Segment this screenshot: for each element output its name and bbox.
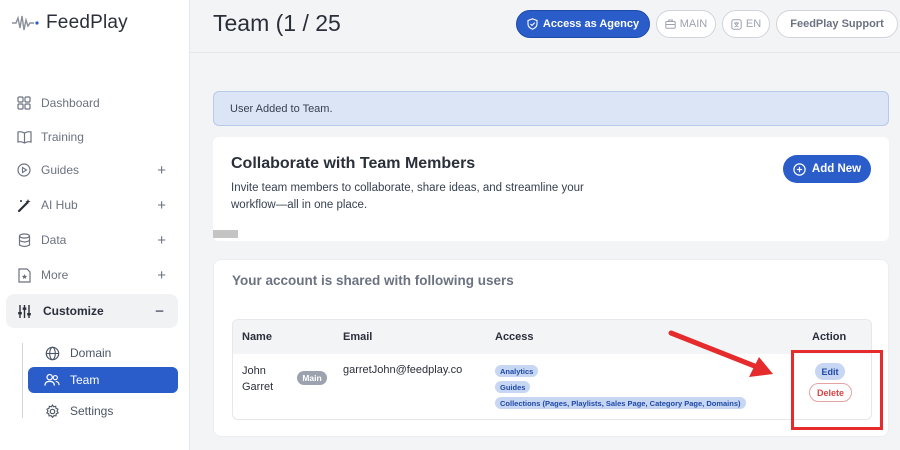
user-last-name: Garret — [242, 381, 274, 393]
shared-users-title: Your account is shared with following us… — [232, 273, 514, 288]
sidebar-subitem-label: Domain — [70, 346, 112, 360]
annotation-highlight-box — [791, 350, 883, 430]
database-icon — [16, 232, 32, 248]
sidebar-item-label: AI Hub — [41, 198, 78, 212]
collaborate-description: Invite team members to collaborate, shar… — [231, 182, 584, 211]
plus-circle-icon — [793, 162, 806, 176]
sidebar-subitem-label: Settings — [70, 404, 114, 418]
sidebar-item-label: Customize — [43, 304, 104, 318]
access-as-agency-button[interactable]: Access as Agency — [516, 10, 650, 38]
support-label: FeedPlay Support — [790, 18, 884, 30]
sidebar-item-ai-hub[interactable]: AI Hub + — [0, 190, 190, 220]
access-as-agency-label: Access as Agency — [542, 18, 640, 30]
sidebar-item-data[interactable]: Data + — [0, 225, 190, 255]
sidebar-subitem-domain[interactable]: Domain — [28, 340, 178, 366]
expand-icon[interactable]: + — [157, 162, 166, 179]
play-circle-icon — [16, 162, 32, 178]
expand-icon[interactable]: + — [157, 197, 166, 214]
magic-wand-icon — [16, 197, 32, 213]
user-first-name: John — [242, 365, 266, 377]
subnav-divider — [22, 343, 23, 418]
sidebar-item-label: Data — [41, 233, 67, 247]
sidebar: FeedPlay Dashboard Training Guides + AI … — [0, 0, 190, 450]
sidebar-item-guides[interactable]: Guides + — [0, 155, 190, 185]
header-divider — [190, 52, 900, 53]
collapse-icon[interactable]: − — [155, 303, 164, 320]
sidebar-item-label: Dashboard — [41, 96, 100, 110]
book-icon — [16, 129, 32, 145]
column-header-action: Action — [812, 331, 847, 343]
gear-icon — [44, 403, 60, 419]
star-file-icon — [16, 267, 32, 283]
sidebar-item-label: Guides — [41, 163, 80, 177]
user-name: John Garret — [242, 363, 273, 395]
column-header-email: Email — [343, 331, 373, 343]
support-button[interactable]: FeedPlay Support — [776, 10, 898, 38]
expand-icon[interactable]: + — [157, 267, 166, 284]
app-logo[interactable]: FeedPlay — [12, 12, 128, 34]
user-email: garretJohn@feedplay.co — [343, 364, 463, 376]
shared-users-card: Your account is shared with following us… — [213, 259, 889, 437]
alert-text: User Added to Team. — [230, 102, 333, 115]
language-button[interactable]: EN — [722, 10, 770, 38]
sidebar-item-dashboard[interactable]: Dashboard — [0, 88, 190, 118]
sidebar-item-customize[interactable]: Customize − — [6, 294, 178, 328]
translate-icon — [731, 18, 742, 30]
sidebar-item-more[interactable]: More + — [0, 260, 190, 290]
access-tag-guides: Guides — [495, 381, 531, 393]
page-title: Team (1 / 25 — [213, 10, 341, 36]
expand-icon[interactable]: + — [157, 232, 166, 249]
scroll-indicator — [213, 230, 238, 238]
shield-check-icon — [527, 18, 538, 30]
add-new-label: Add New — [811, 163, 862, 175]
sidebar-item-label: More — [41, 268, 69, 282]
collaborate-title: Collaborate with Team Members — [231, 155, 476, 172]
sidebar-subitem-label: Team — [70, 373, 100, 387]
annotation-arrow — [668, 330, 773, 377]
app-name: FeedPlay — [46, 12, 128, 33]
users-icon — [44, 372, 60, 388]
sidebar-item-label: Training — [41, 130, 84, 144]
main-account-button[interactable]: MAIN — [656, 10, 716, 38]
access-tag-collections: Collections (Pages, Playlists, Sales Pag… — [495, 397, 746, 409]
grid-icon — [16, 95, 32, 111]
waveform-icon — [12, 15, 39, 31]
access-tag-analytics: Analytics — [495, 365, 539, 377]
add-new-button[interactable]: Add New — [783, 155, 871, 183]
sidebar-subitem-settings[interactable]: Settings — [28, 398, 178, 424]
column-header-name: Name — [242, 331, 272, 343]
sidebar-item-training[interactable]: Training — [0, 122, 190, 152]
language-label: EN — [745, 18, 762, 30]
column-header-access: Access — [495, 331, 534, 343]
briefcase-icon — [665, 19, 676, 29]
sliders-icon — [16, 303, 32, 319]
collaborate-card: Collaborate with Team Members Invite tea… — [213, 137, 889, 241]
success-alert: User Added to Team. — [213, 91, 889, 126]
main-badge: Main — [297, 371, 327, 385]
globe-icon — [44, 345, 60, 361]
main-account-label: MAIN — [679, 18, 708, 30]
sidebar-subitem-team[interactable]: Team — [28, 367, 178, 393]
